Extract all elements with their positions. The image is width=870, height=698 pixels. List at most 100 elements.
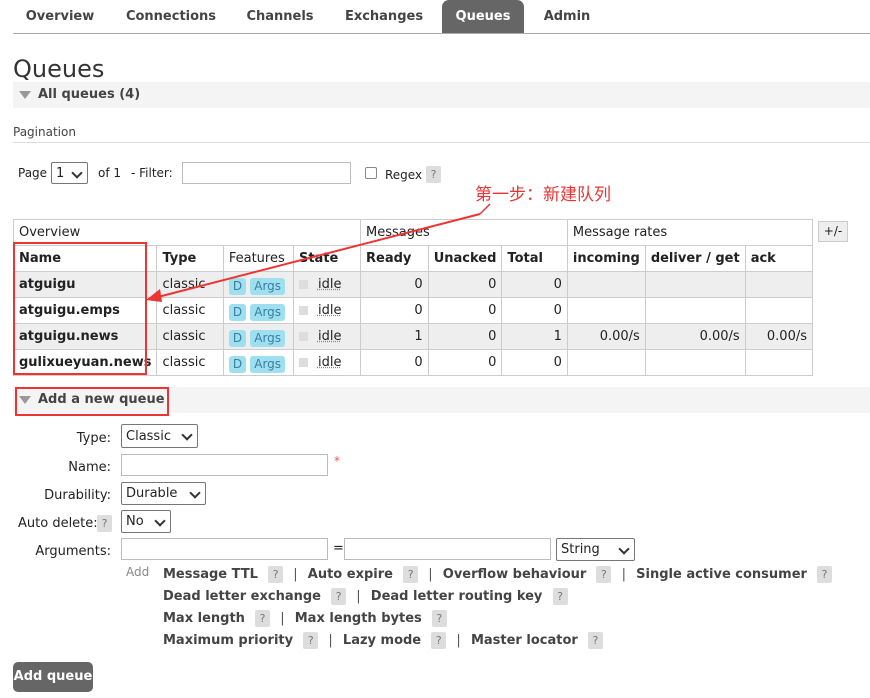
argument-links-row: Max length ? | Max length bytes ? — [163, 610, 447, 627]
arg-link-single-active-consumer[interactable]: Single active consumer — [636, 567, 807, 582]
durability-label: Durability: — [44, 488, 111, 503]
unacked-count: 0 — [427, 323, 503, 350]
ready-count: 0 — [360, 349, 429, 376]
page-select[interactable]: 1 — [51, 162, 88, 184]
required-mark: * — [334, 454, 340, 468]
tab-connections[interactable]: Connections — [117, 0, 225, 33]
add-queue-button[interactable]: Add queue — [13, 662, 93, 692]
annotation-highlight-box — [15, 387, 169, 416]
help-icon[interactable]: ? — [403, 566, 419, 583]
arg-link-max-length[interactable]: Max length — [163, 611, 245, 626]
args-badge[interactable]: Args — [250, 329, 286, 347]
state-indicator-icon — [298, 358, 308, 367]
help-icon[interactable]: ? — [255, 610, 271, 627]
help-icon[interactable]: ? — [331, 588, 347, 605]
column-header-incoming[interactable]: incoming — [566, 245, 646, 272]
args-badge[interactable]: Args — [250, 355, 286, 373]
deliver-get-rate — [644, 271, 746, 298]
ack-rate — [744, 349, 814, 376]
tab-channels[interactable]: Channels — [235, 0, 325, 33]
total-count: 1 — [501, 323, 568, 350]
page-title: Queues — [13, 55, 105, 83]
help-icon[interactable]: ? — [817, 566, 833, 583]
help-icon[interactable]: ? — [303, 632, 319, 649]
arg-link-dead-letter-exchange[interactable]: Dead letter exchange — [163, 589, 321, 604]
durable-badge: D — [228, 355, 247, 373]
incoming-rate — [566, 271, 646, 298]
page-of-label: of 1 — [98, 166, 122, 180]
argument-links-row: Dead letter exchange ? | Dead letter rou… — [163, 588, 568, 605]
type-select[interactable]: Classic — [121, 424, 198, 448]
arg-link-max-length-bytes[interactable]: Max length bytes — [295, 611, 422, 626]
name-input[interactable] — [121, 454, 328, 476]
regex-checkbox[interactable] — [365, 167, 377, 179]
ack-rate — [744, 297, 814, 324]
queue-type: classic — [156, 323, 224, 350]
column-header-deliver-get[interactable]: deliver / get — [644, 245, 746, 272]
ack-rate: 0.00/s — [744, 323, 814, 350]
all-queues-section[interactable]: All queues (4) — [13, 82, 870, 108]
arg-link-lazy-mode[interactable]: Lazy mode — [343, 633, 421, 648]
help-icon[interactable]: ? — [431, 610, 447, 627]
regex-help-icon[interactable]: ? — [426, 166, 441, 183]
queue-type: classic — [156, 349, 224, 376]
auto-delete-select[interactable]: No — [121, 510, 171, 533]
argument-key-input[interactable] — [121, 538, 328, 560]
help-icon[interactable]: ? — [596, 566, 612, 583]
top-nav: Overview Connections Channels Exchanges … — [13, 0, 870, 34]
deliver-get-rate — [644, 297, 746, 324]
arg-link-maximum-priority[interactable]: Maximum priority — [163, 633, 293, 648]
page-label: Page — [18, 166, 48, 180]
collapse-triangle-icon — [19, 91, 31, 99]
equals-sign: = — [333, 541, 344, 556]
tab-exchanges[interactable]: Exchanges — [338, 0, 430, 33]
name-label: Name: — [68, 460, 111, 475]
tab-overview[interactable]: Overview — [13, 0, 107, 33]
tab-queues[interactable]: Queues — [442, 0, 524, 33]
group-header-message-rates: Message rates — [566, 219, 814, 246]
incoming-rate — [566, 297, 646, 324]
incoming-rate: 0.00/s — [566, 323, 646, 350]
arg-link-dead-letter-routing-key[interactable]: Dead letter routing key — [371, 589, 543, 604]
regex-label: Regex — [385, 168, 423, 182]
durability-select[interactable]: Durable — [121, 482, 206, 505]
arg-link-master-locator[interactable]: Master locator — [471, 633, 578, 648]
durable-badge: D — [228, 329, 247, 347]
column-header-ack[interactable]: ack — [744, 245, 814, 272]
filter-label: - Filter: — [131, 166, 173, 180]
chevron-down-icon — [618, 543, 630, 555]
annotation-arrow-icon — [146, 203, 491, 302]
help-icon[interactable]: ? — [431, 632, 447, 649]
pagination-divider — [13, 142, 870, 143]
filter-input[interactable] — [182, 162, 351, 184]
arg-link-overflow-behaviour[interactable]: Overflow behaviour — [443, 567, 587, 582]
chevron-down-icon — [181, 429, 193, 441]
annotation-highlight-box — [13, 242, 147, 375]
incoming-rate — [566, 349, 646, 376]
auto-delete-label: Auto delete: — [18, 516, 98, 531]
type-label: Type: — [76, 431, 111, 446]
arg-link-auto-expire[interactable]: Auto expire — [308, 567, 393, 582]
chevron-down-icon — [154, 515, 166, 527]
arg-link-message-ttl[interactable]: Message TTL — [163, 567, 258, 582]
total-count: 0 — [501, 271, 568, 298]
ready-count: 1 — [360, 323, 429, 350]
help-icon[interactable]: ? — [587, 632, 603, 649]
column-header-total[interactable]: Total — [501, 245, 568, 272]
help-icon[interactable]: ? — [268, 566, 284, 583]
unacked-count: 0 — [427, 349, 503, 376]
state-indicator-icon — [298, 332, 308, 341]
queue-state: idle — [317, 355, 342, 370]
deliver-get-rate: 0.00/s — [644, 323, 746, 350]
queue-state: idle — [317, 329, 342, 344]
total-count: 0 — [501, 349, 568, 376]
argument-links-row: Message TTL ? | Auto expire ? | Overflow… — [163, 566, 833, 583]
argument-value-input[interactable] — [344, 538, 551, 560]
add-argument-label: Add — [126, 565, 150, 579]
tab-admin[interactable]: Admin — [535, 0, 599, 33]
columns-toggle-button[interactable]: +/- — [818, 221, 848, 242]
help-icon[interactable]: ? — [552, 588, 568, 605]
argument-type-select[interactable]: String — [556, 538, 635, 561]
all-queues-label: All queues (4) — [38, 87, 141, 102]
auto-delete-help-icon[interactable]: ? — [97, 515, 112, 532]
